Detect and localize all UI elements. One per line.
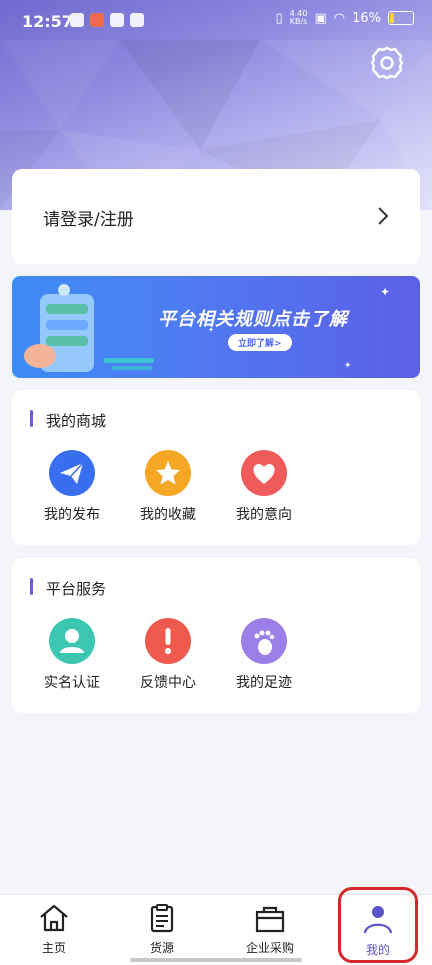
section-title: 平台服务	[46, 580, 107, 598]
notification-icons	[70, 13, 144, 27]
feedback-center-item[interactable]: 反馈中心	[128, 618, 208, 692]
exclamation-icon	[145, 618, 191, 664]
real-name-verify-item[interactable]: 实名认证	[32, 618, 112, 692]
platform-service-section: 平台服务 实名认证 反馈中心 我的足迹	[12, 558, 420, 713]
net-speed-unit: KB/s	[289, 17, 308, 26]
rules-banner[interactable]: ✦ ✦ ✦ 平台相关规则点击了解 立即了解>	[12, 276, 420, 378]
item-label: 我的发布	[44, 507, 100, 523]
item-label: 我的足迹	[236, 675, 292, 691]
status-time: 12:57	[22, 12, 73, 31]
app-notification-icon	[90, 13, 104, 27]
net-speed: 4.40 KB/s	[290, 10, 308, 26]
clipboard-icon	[150, 904, 174, 933]
section-accent-bar	[30, 410, 33, 427]
battery-percent: 16%	[352, 10, 381, 26]
tab-home[interactable]: 主页	[14, 903, 94, 956]
chevron-right-icon	[378, 207, 389, 225]
item-label: 我的意向	[236, 507, 292, 523]
login-label: 请登录/注册	[43, 210, 134, 230]
banner-learn-more-button[interactable]: 立即了解>	[228, 334, 292, 351]
item-label: 实名认证	[44, 675, 100, 691]
shopping-bag-icon	[255, 906, 285, 933]
section-title: 我的商城	[46, 412, 107, 430]
footprint-icon	[241, 618, 287, 664]
my-mall-section: 我的商城 我的发布 我的收藏 我的意向	[12, 390, 420, 545]
banner-title: 平台相关规则点击了解	[158, 309, 348, 330]
status-bar: 12:57 ▯ 4.40 KB/s ▣ ◠ 16%	[0, 0, 432, 42]
my-footprints-item[interactable]: 我的足迹	[224, 618, 304, 692]
my-favorites-item[interactable]: 我的收藏	[128, 450, 208, 524]
inbox-icon	[130, 13, 144, 27]
section-accent-bar	[30, 578, 33, 595]
my-intentions-item[interactable]: 我的意向	[224, 450, 304, 524]
gear-icon	[370, 46, 404, 80]
battery-icon	[388, 11, 414, 25]
heart-icon	[241, 450, 287, 496]
tab-supply[interactable]: 货源	[122, 903, 202, 956]
home-indicator	[130, 958, 302, 962]
status-right: ▯ 4.40 KB/s ▣ ◠ 16%	[275, 10, 414, 26]
settings-button[interactable]	[368, 44, 406, 82]
item-label: 反馈中心	[140, 675, 196, 691]
tab-label: 企业采购	[245, 941, 294, 955]
vibrate-icon: ▯	[275, 10, 283, 26]
my-posts-item[interactable]: 我的发布	[32, 450, 112, 524]
mail-icon	[110, 13, 124, 27]
user-verify-icon	[49, 618, 95, 664]
tab-label: 货源	[149, 941, 174, 955]
sim-icon: ▣	[314, 10, 327, 26]
paper-plane-icon	[49, 450, 95, 496]
wifi-icon: ◠	[333, 10, 346, 26]
tab-label: 主页	[41, 941, 66, 955]
star-icon	[145, 450, 191, 496]
login-card[interactable]: 请登录/注册	[12, 169, 420, 264]
item-label: 我的收藏	[140, 507, 196, 523]
svg-text:✦: ✦	[380, 285, 390, 299]
svg-text:✦: ✦	[344, 361, 352, 371]
tab-enterprise-purchase[interactable]: 企业采购	[230, 903, 310, 956]
sync-icon	[70, 13, 84, 27]
home-icon	[40, 904, 68, 932]
tab-highlight-box	[338, 887, 418, 963]
